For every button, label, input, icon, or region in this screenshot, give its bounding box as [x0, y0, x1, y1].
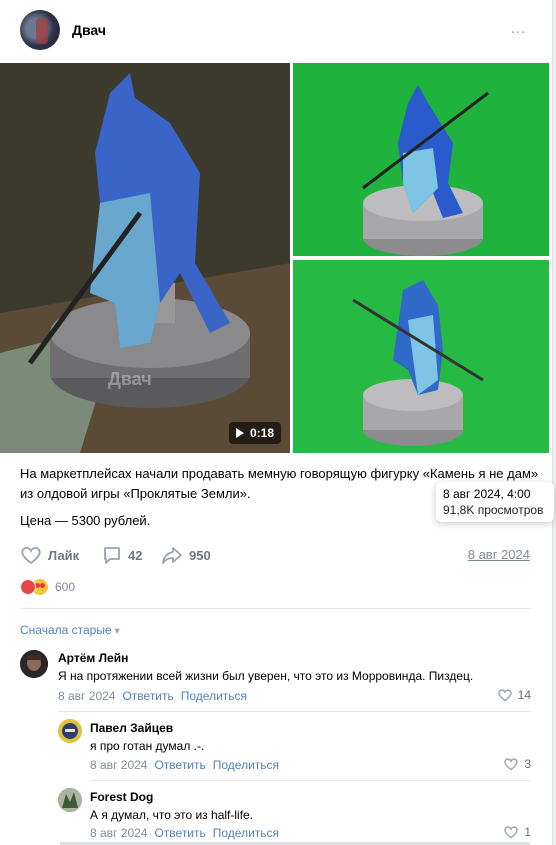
- comment-likes-count: 1: [524, 825, 531, 839]
- post-price: Цена — 5300 рублей.: [20, 513, 151, 528]
- comment-like-button[interactable]: 3: [503, 757, 531, 771]
- comment-meta: 8 авг 2024 Ответить Поделиться: [90, 826, 279, 840]
- post-actions: Лайк 42 950 8 авг 2024: [20, 545, 530, 565]
- figure-photo-1: [293, 63, 549, 256]
- comment-likes-count: 14: [517, 688, 531, 702]
- heart-icon: [504, 826, 519, 839]
- share-link[interactable]: Поделиться: [181, 689, 247, 703]
- divider: [20, 608, 531, 609]
- heart-icon: [504, 758, 519, 771]
- group-name[interactable]: Двач: [72, 22, 106, 38]
- video-duration: 0:18: [249, 426, 274, 440]
- comment-author-avatar[interactable]: [58, 719, 82, 743]
- post-card: Двач … Двач 0:18 На маркетплейсах начали…: [0, 0, 553, 845]
- share-link[interactable]: Поделиться: [213, 826, 279, 840]
- post-media: Двач 0:18: [0, 63, 552, 455]
- reactions-count: 600: [55, 580, 76, 594]
- tooltip-views: 91,8K просмотров: [443, 503, 544, 517]
- figure-photo-2: [293, 260, 549, 453]
- date-tooltip: 8 авг 2024, 4:00 91,8K просмотров: [436, 482, 554, 522]
- video-watermark: Двач: [108, 369, 152, 389]
- heart-icon: [497, 689, 512, 702]
- post-header: Двач …: [20, 10, 535, 50]
- comment-like-button[interactable]: 1: [503, 825, 531, 839]
- group-avatar[interactable]: [20, 10, 60, 50]
- share-button[interactable]: 950: [161, 545, 211, 565]
- comment-author[interactable]: Павел Зайцев: [90, 721, 173, 735]
- reply-link[interactable]: Ответить: [154, 758, 205, 772]
- comment-date[interactable]: 8 авг 2024: [90, 826, 147, 840]
- avatar-photo: [58, 719, 82, 743]
- like-button[interactable]: Лайк: [20, 545, 79, 565]
- like-label: Лайк: [48, 547, 80, 563]
- post-date-link[interactable]: 8 авг 2024: [468, 547, 530, 562]
- more-options-icon[interactable]: …: [510, 20, 527, 38]
- comment-author[interactable]: Артём Лейн: [58, 651, 128, 665]
- comment-like-button[interactable]: 14: [497, 688, 531, 702]
- comment-meta: 8 авг 2024 Ответить Поделиться: [90, 758, 279, 772]
- comment-item: Forest Dog А я думал, что это из half-li…: [58, 788, 531, 845]
- comment-date[interactable]: 8 авг 2024: [58, 689, 115, 703]
- comments-count: 42: [128, 547, 143, 563]
- comment-meta: 8 авг 2024 Ответить Поделиться: [58, 689, 247, 703]
- comments-sort-label: Сначала старые: [20, 623, 112, 637]
- avatar-photo: [20, 650, 48, 678]
- tooltip-datetime: 8 авг 2024, 4:00: [443, 487, 531, 501]
- comment-divider: [58, 711, 531, 712]
- reply-link[interactable]: Ответить: [122, 689, 173, 703]
- photo-thumbnail-1[interactable]: [293, 63, 549, 256]
- comment-text: Я на протяжении всей жизни был уверен, ч…: [58, 669, 474, 683]
- comment-icon: [104, 547, 120, 564]
- comment-author-avatar[interactable]: [58, 788, 82, 812]
- comment-item: Павел Зайцев я про готан думал .-. 8 авг…: [58, 719, 531, 779]
- comments-sort-dropdown[interactable]: Сначала старые ▾: [20, 623, 120, 637]
- heart-reaction-icon: [20, 579, 36, 595]
- comment-text: я про готан думал .-.: [90, 739, 205, 753]
- share-icon: [162, 547, 182, 564]
- video-thumbnail[interactable]: Двач 0:18: [0, 63, 290, 453]
- video-duration-badge: 0:18: [228, 422, 281, 444]
- comment-likes-count: 3: [524, 757, 531, 771]
- play-icon: [235, 428, 244, 438]
- avatar-photo: [58, 788, 82, 812]
- comment-button[interactable]: 42: [102, 545, 142, 565]
- comment-date[interactable]: 8 авг 2024: [90, 758, 147, 772]
- shares-count: 950: [189, 547, 211, 563]
- chevron-down-icon: ▾: [114, 626, 120, 637]
- reply-link[interactable]: Ответить: [154, 826, 205, 840]
- reactions-summary[interactable]: 600: [20, 577, 75, 597]
- comment-item: Артём Лейн Я на протяжении всей жизни бы…: [20, 650, 531, 710]
- share-link[interactable]: Поделиться: [213, 758, 279, 772]
- comment-text: А я думал, что это из half-life.: [90, 808, 254, 822]
- figure-video-image: [0, 63, 290, 453]
- heart-icon: [21, 546, 41, 565]
- comment-author[interactable]: Forest Dog: [90, 790, 153, 804]
- photo-thumbnail-2[interactable]: [293, 260, 549, 453]
- comment-author-avatar[interactable]: [20, 650, 48, 678]
- comment-divider: [90, 780, 531, 781]
